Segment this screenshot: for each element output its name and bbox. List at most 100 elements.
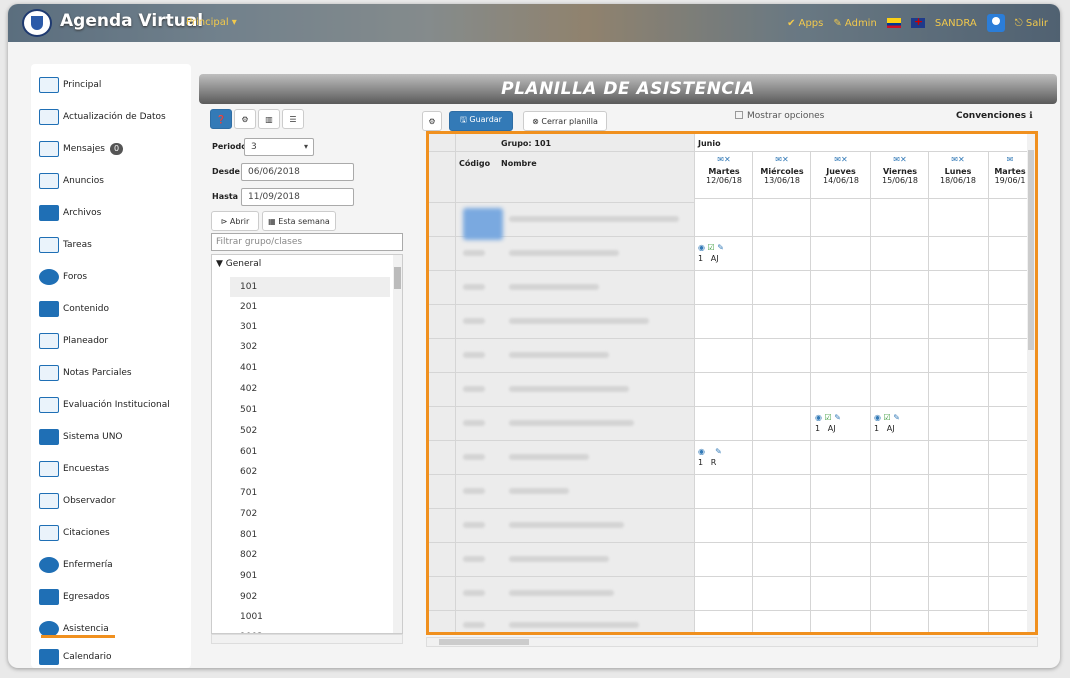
calendar-icon: [39, 649, 59, 665]
sidebar-item-calendario[interactable]: Calendario: [31, 642, 191, 668]
attendance-cell[interactable]: ◉ ☑ ✎ 1 AJ: [874, 412, 900, 434]
view-icon[interactable]: ◉: [698, 447, 705, 456]
check-icon[interactable]: ☑: [884, 413, 891, 422]
tree-horizontal-scrollbar[interactable]: [211, 634, 403, 644]
tree-item[interactable]: 401: [230, 358, 390, 378]
check-icon[interactable]: ☑: [708, 243, 715, 252]
attendance-cell[interactable]: ◉ ☑ ✎ 1 AJ: [698, 242, 724, 264]
tree-item[interactable]: 302: [230, 337, 390, 357]
tree-item[interactable]: 802: [230, 545, 390, 565]
edit-icon[interactable]: ✎: [715, 447, 722, 456]
view-icon[interactable]: ◉: [698, 243, 705, 252]
edit-icon[interactable]: ✎: [893, 413, 900, 422]
nurse-icon: [39, 557, 59, 573]
day-header[interactable]: ✉✕ Jueves 14/06/18: [812, 155, 870, 185]
tree-item[interactable]: 1002: [230, 627, 390, 633]
esta-semana-button[interactable]: ▦ Esta semana: [262, 211, 336, 231]
day-header[interactable]: ✉✕ Viernes 15/06/18: [871, 155, 929, 185]
sidebar-item-asistencia[interactable]: Asistencia: [31, 614, 191, 644]
help-button[interactable]: ❓: [210, 109, 232, 129]
settings-button[interactable]: ⚙: [234, 109, 256, 129]
sidebar-item-egresados[interactable]: Egresados: [31, 582, 191, 612]
day-header[interactable]: ✉✕ Lunes 18/06/18: [929, 155, 987, 185]
sidebar-item-tareas[interactable]: Tareas: [31, 230, 191, 260]
grid-horizontal-scrollbar[interactable]: [426, 637, 1038, 647]
sidebar-item-actualizacion[interactable]: Actualización de Datos: [31, 102, 191, 132]
attendance-cell[interactable]: ◉ ✎ 1 R: [698, 446, 722, 468]
tree-item[interactable]: 801: [230, 525, 390, 545]
tree-item[interactable]: 602: [230, 462, 390, 482]
tree-item[interactable]: 501: [230, 400, 390, 420]
desde-date-input[interactable]: 06/06/2018: [241, 163, 354, 181]
apps-link[interactable]: ✔ Apps: [787, 18, 823, 29]
sidebar-item-encuestas[interactable]: Encuestas: [31, 454, 191, 484]
check-icon[interactable]: ☑: [825, 413, 832, 422]
tree-item[interactable]: 701: [230, 483, 390, 503]
sidebar-item-sistema-uno[interactable]: Sistema UNO: [31, 422, 191, 452]
mail-close-icon[interactable]: ✉✕: [929, 155, 987, 167]
sidebar-item-planeador[interactable]: Planeador: [31, 326, 191, 356]
mostrar-opciones-checkbox[interactable]: Mostrar opciones: [735, 111, 824, 121]
sidebar-item-contenido[interactable]: Contenido: [31, 294, 191, 324]
tree-item[interactable]: 101: [230, 277, 390, 297]
sidebar-item-anuncios[interactable]: Anuncios: [31, 166, 191, 196]
abrir-button[interactable]: ⊳ Abrir: [211, 211, 259, 231]
view-icon[interactable]: ◉: [874, 413, 881, 422]
hasta-date-input[interactable]: 11/09/2018: [241, 188, 354, 206]
tree-item[interactable]: 201: [230, 297, 390, 317]
mail-close-icon[interactable]: ✉✕: [812, 155, 870, 167]
convenciones-link[interactable]: Convenciones ℹ: [956, 111, 1033, 121]
mail-close-icon[interactable]: ✉✕: [695, 155, 753, 167]
grid-settings-button[interactable]: ⚙: [422, 111, 442, 131]
user-name[interactable]: SANDRA: [935, 18, 977, 29]
uno-logo-icon: [39, 429, 59, 445]
gear-icon: ⚙: [428, 116, 436, 126]
mail-close-icon[interactable]: ✉✕: [753, 155, 811, 167]
sidebar-item-notas[interactable]: Notas Parciales: [31, 358, 191, 388]
tree-item[interactable]: 502: [230, 421, 390, 441]
sidebar-item-archivos[interactable]: Archivos: [31, 198, 191, 228]
codigo-header: Código: [459, 159, 491, 168]
sidebar-item-enfermeria[interactable]: Enfermería: [31, 550, 191, 580]
nombre-header: Nombre: [501, 159, 537, 168]
sidebar-item-evaluacion[interactable]: Evaluación Institucional: [31, 390, 191, 420]
chart-button[interactable]: ▥: [258, 109, 280, 129]
guardar-button[interactable]: 🖫 Guardar: [449, 111, 513, 131]
tree-item[interactable]: 901: [230, 566, 390, 586]
tree-root-general[interactable]: ▼ General: [216, 259, 261, 269]
group-filter-input[interactable]: Filtrar grupo/clases: [211, 233, 403, 251]
logout-link[interactable]: ⎋ Salir: [1015, 18, 1048, 29]
list-button[interactable]: ☰: [282, 109, 304, 129]
tree-item[interactable]: 1001: [230, 607, 390, 627]
admin-link[interactable]: ✎ Admin: [833, 18, 876, 29]
day-header[interactable]: ✉✕ Martes 12/06/18: [695, 155, 753, 185]
sidebar-item-citaciones[interactable]: Citaciones: [31, 518, 191, 548]
mail-close-icon[interactable]: ✉✕: [871, 155, 929, 167]
principal-menu[interactable]: Principal ▾: [186, 17, 237, 28]
spanish-flag-icon[interactable]: [886, 18, 901, 28]
user-avatar-icon[interactable]: [986, 14, 1005, 32]
planner-icon: [39, 333, 59, 349]
sidebar-item-principal[interactable]: Principal: [31, 70, 191, 100]
tree-item[interactable]: 702: [230, 504, 390, 524]
edit-icon[interactable]: ✎: [834, 413, 841, 422]
tree-item[interactable]: 301: [230, 317, 390, 337]
grid-vertical-scrollbar[interactable]: [1027, 134, 1035, 632]
edit-icon[interactable]: ✎: [717, 243, 724, 252]
tree-item[interactable]: 902: [230, 587, 390, 607]
sidebar-item-mensajes[interactable]: Mensajes 0: [31, 134, 191, 164]
view-icon[interactable]: ◉: [815, 413, 822, 422]
tree-scrollbar[interactable]: [393, 255, 402, 633]
cerrar-planilla-button[interactable]: ⊗ Cerrar planilla: [523, 111, 607, 131]
bar-chart-icon: ▥: [265, 114, 273, 124]
day-header[interactable]: ✉✕ Miércoles 13/06/18: [753, 155, 811, 185]
forum-icon: [39, 269, 59, 285]
attendance-cell[interactable]: ◉ ☑ ✎ 1 AJ: [815, 412, 841, 434]
school-logo-icon[interactable]: [22, 9, 52, 37]
tree-item[interactable]: 601: [230, 442, 390, 462]
sidebar-item-observador[interactable]: Observador: [31, 486, 191, 516]
tree-item[interactable]: 402: [230, 379, 390, 399]
english-flag-icon[interactable]: [910, 15, 925, 28]
periodo-select[interactable]: 3: [244, 138, 314, 156]
sidebar-item-foros[interactable]: Foros: [31, 262, 191, 292]
